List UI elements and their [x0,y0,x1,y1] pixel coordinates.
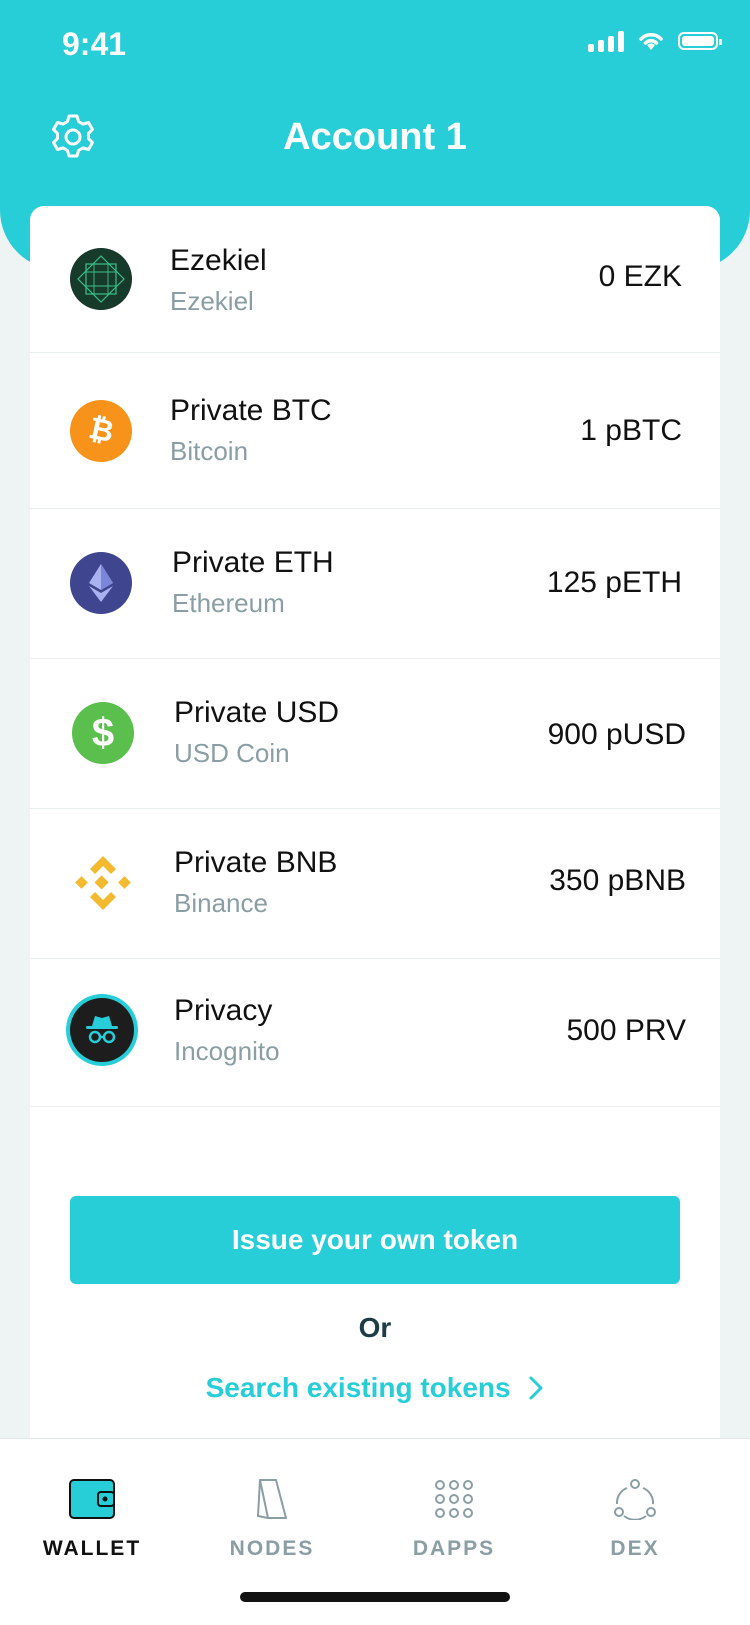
token-amount: 1 pBTC [580,414,682,447]
token-row[interactable]: $ Private USD USD Coin 900 pUSD [30,658,720,809]
token-amount: 500 PRV [566,1014,686,1047]
token-subtitle: Bitcoin [170,436,249,466]
token-row[interactable]: Private BNB Binance 350 pBNB [30,808,720,959]
token-subtitle: Ezekiel [170,286,254,316]
token-name: Ezekiel [170,244,267,277]
usd-icon: $ [72,702,134,764]
tab-label: DEX [610,1537,660,1560]
token-row[interactable]: Ezekiel Ezekiel 0 EZK [30,206,720,353]
token-amount: 125 pETH [546,566,682,599]
token-row[interactable]: Privacy Incognito 500 PRV [30,958,720,1107]
binance-icon [72,852,134,914]
token-subtitle: Binance [174,888,268,918]
tab-label: NODES [229,1537,315,1560]
or-label: Or [358,1312,392,1343]
home-indicator[interactable] [240,1592,510,1602]
token-name: Private USD [174,696,340,729]
tab-dex[interactable]: DEX [565,1475,705,1561]
token-name: Privacy [174,994,273,1027]
chevron-right-icon [529,1376,543,1400]
battery-icon [678,32,722,50]
ethereum-icon [70,552,132,614]
status-time: 9:41 [62,26,127,62]
bitcoin-icon: ₿ [70,400,132,462]
token-name: Private BTC [170,394,332,427]
token-subtitle: Ethereum [172,588,285,618]
token-subtitle: USD Coin [174,738,290,768]
token-subtitle: Incognito [174,1036,280,1066]
token-row[interactable]: ₿ Private BTC Bitcoin 1 pBTC [30,352,720,509]
status-icons [588,30,722,52]
token-amount: 900 pUSD [547,718,686,751]
dex-icon [614,1479,656,1520]
tab-label: DAPPS [412,1537,496,1560]
token-amount: 350 pBNB [549,864,686,897]
signal-icon [588,30,624,52]
wallet-icon [69,1479,115,1519]
token-list-card: Ezekiel Ezekiel 0 EZK ₿ Private BTC Bitc… [30,206,720,1438]
tab-wallet[interactable]: WALLET [22,1475,162,1561]
tab-nodes[interactable]: NODES [202,1475,342,1561]
token-name: Private ETH [172,546,334,579]
search-tokens-label: Search existing tokens [205,1372,511,1403]
search-tokens-link[interactable]: Search existing tokens [30,1372,720,1404]
dapps-icon [435,1480,473,1518]
nodes-icon [257,1479,287,1519]
incognito-icon [70,998,134,1062]
account-title[interactable]: Account 1 [0,116,750,159]
issue-token-button[interactable]: Issue your own token [70,1196,680,1284]
token-name: Private BNB [174,846,338,879]
tab-label: WALLET [42,1537,142,1560]
token-row[interactable]: Private ETH Ethereum 125 pETH [30,508,720,659]
tab-dapps[interactable]: DAPPS [384,1475,524,1561]
ezekiel-icon [70,248,132,310]
wifi-icon [639,33,663,50]
token-amount: 0 EZK [598,260,682,293]
